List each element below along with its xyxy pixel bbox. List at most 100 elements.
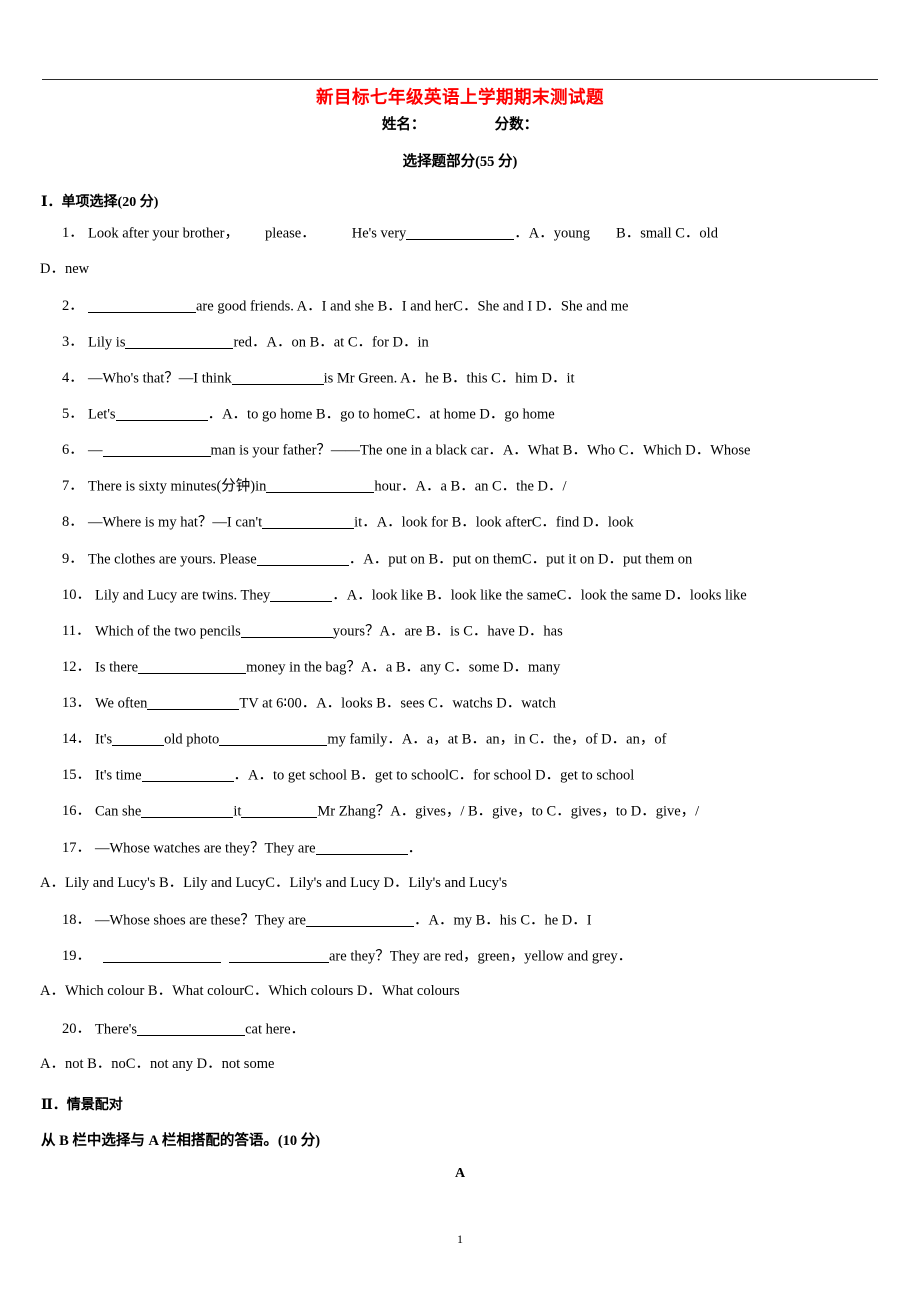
- question-3-text: Lily is: [88, 334, 126, 351]
- question-9-text: The clothes are yours. Please: [88, 551, 257, 568]
- question-1-tail: ．A．young: [514, 225, 591, 242]
- question-7-blank[interactable]: [266, 478, 375, 493]
- question-16-blank-1[interactable]: [141, 803, 234, 818]
- question-3-blank[interactable]: [125, 334, 234, 349]
- question-11-text: Which of the two pencils: [95, 623, 241, 640]
- question-7-text: There is sixty minutes(分钟)in: [88, 478, 267, 495]
- question-18-number: 18．: [62, 912, 91, 929]
- question-10-number: 10．: [62, 587, 91, 604]
- question-19-options: A．Which colour B．What colourC．Which colo…: [40, 983, 460, 999]
- question-17: 17． —Whose watches are they？They are ．: [62, 840, 422, 857]
- question-19-number: 19．: [62, 948, 91, 965]
- question-10-blank[interactable]: [270, 587, 333, 602]
- question-5-number: 5．: [62, 406, 84, 423]
- question-19-blank-2[interactable]: [229, 948, 329, 963]
- question-2-blank[interactable]: [88, 298, 196, 313]
- question-1-number: 1．: [62, 225, 84, 242]
- question-15-blank[interactable]: [141, 767, 234, 782]
- question-1: 1． Look after your brother， please． He's ve…: [62, 225, 718, 242]
- question-11-number: 11．: [62, 623, 91, 640]
- section-heading-1: Ⅰ．单项选择(20 分): [41, 195, 159, 210]
- question-15: 15． It's time ．A．to get school B．get to sc…: [62, 767, 634, 784]
- question-17-number: 17．: [62, 840, 91, 857]
- question-20: 20． There's cat here．: [62, 1021, 305, 1038]
- question-3-number: 3．: [62, 334, 84, 351]
- question-18: 18． —Whose shoes are these？They are ．A．my …: [62, 912, 592, 929]
- section-heading-2: Ⅱ．情景配对: [41, 1098, 123, 1113]
- question-16-tail: Mr Zhang？A．gives，/ B．give，to C．gives，to …: [317, 803, 700, 820]
- question-14-text: It's: [95, 731, 113, 748]
- question-17-blank[interactable]: [315, 840, 408, 855]
- question-15-number: 15．: [62, 767, 91, 784]
- question-6-text: —: [88, 442, 103, 459]
- exam-page: 新目标七年级英语上学期期末测试题 姓名： 分数： 选择题部分(55 分) Ⅰ．单…: [0, 0, 920, 1302]
- question-1-text-a: Look after your brother，: [88, 225, 239, 242]
- question-10-tail: ．A．look like B．look like the sameC．look …: [332, 587, 747, 604]
- question-13: 13． We often TV at 6∶00．A．looks B．sees C．w…: [62, 695, 556, 712]
- question-14-blank-2[interactable]: [219, 731, 328, 746]
- question-19-blank-1[interactable]: [103, 948, 221, 963]
- question-2-text: are good friends. A．I and she B．I and he…: [196, 298, 629, 315]
- question-18-tail: ．A．my B．his C．he D．I: [413, 912, 592, 929]
- question-16: 16． Can she it Mr Zhang？A．gives，/ B．give，to…: [62, 803, 699, 820]
- question-20-blank[interactable]: [137, 1021, 246, 1036]
- question-12-blank[interactable]: [138, 659, 247, 674]
- header-divider: [42, 79, 878, 80]
- question-8-number: 8．: [62, 514, 84, 531]
- question-20-text: There's: [95, 1021, 138, 1038]
- question-3-tail: red．A．on B．at C．for D．in: [233, 334, 429, 351]
- page-title: 新目标七年级英语上学期期末测试题: [316, 88, 604, 108]
- question-8-text: —Where is my hat？—I can't: [88, 514, 263, 531]
- question-4-tail: is Mr Green. A．he B．this C．him D．it: [323, 370, 575, 387]
- question-4-number: 4．: [62, 370, 84, 387]
- question-18-blank[interactable]: [305, 912, 414, 927]
- question-6-number: 6．: [62, 442, 84, 459]
- question-6-blank[interactable]: [102, 442, 211, 457]
- name-label: 姓名：: [381, 117, 426, 133]
- question-19-tail: are they？They are red，green，yellow and g…: [329, 948, 633, 965]
- question-10: 10． Lily and Lucy are twins. They ．A．look …: [62, 587, 747, 604]
- question-11-blank[interactable]: [240, 623, 333, 638]
- question-15-tail: ．A．to get school B．get to schoolC．for sc…: [233, 767, 635, 784]
- question-1-wrapped-option: D．new: [40, 261, 90, 277]
- question-5-text: Let's: [88, 406, 116, 423]
- question-9-tail: ．A．put on B．put on themC．put it on D．put…: [348, 551, 693, 568]
- question-14-blank-1[interactable]: [112, 731, 165, 746]
- question-20-tail: cat here．: [245, 1021, 306, 1038]
- question-3: 3． Lily is red．A．on B．at C．for D．in: [62, 334, 429, 351]
- question-4: 4． —Who's that？—I think is Mr Green. A．he …: [62, 370, 575, 387]
- question-13-tail: TV at 6∶00．A．looks B．sees C．watchs D．wat…: [239, 695, 556, 712]
- question-1-blank[interactable]: [406, 225, 515, 240]
- question-12-number: 12．: [62, 659, 91, 676]
- question-13-blank[interactable]: [147, 695, 240, 710]
- page-number: 1: [457, 1232, 463, 1246]
- question-2-number: 2．: [62, 298, 84, 315]
- question-9-number: 9．: [62, 551, 84, 568]
- question-16-number: 16．: [62, 803, 91, 820]
- question-6: 6． — man is your father？——The one in a bla…: [62, 442, 750, 459]
- question-13-text: We often: [95, 695, 148, 712]
- question-16-blank-2[interactable]: [241, 803, 318, 818]
- section-2-subheading: 从 B 栏中选择与 A 栏相搭配的答语。(10 分): [41, 1133, 321, 1149]
- question-5-blank[interactable]: [115, 406, 208, 421]
- question-16-text: Can she: [95, 803, 142, 820]
- question-5: 5． Let's ．A．to go home B．go to homeC．at ho…: [62, 406, 555, 423]
- question-8: 8． —Where is my hat？—I can't it．A．look for…: [62, 514, 634, 531]
- question-8-blank[interactable]: [262, 514, 355, 529]
- question-12-tail: money in the bag？A．a B．any C．some D．many: [246, 659, 561, 676]
- question-2: 2． are good friends. A．I and she B．I and …: [62, 298, 629, 315]
- question-7: 7． There is sixty minutes(分钟)in hour．A．a B…: [62, 478, 567, 495]
- question-18-text: —Whose shoes are these？They are: [95, 912, 306, 929]
- question-20-number: 20．: [62, 1021, 91, 1038]
- question-16-mid: it: [233, 803, 242, 820]
- question-19: 19． are they？They are red，green，yellow an…: [62, 948, 632, 965]
- question-12-text: Is there: [95, 659, 139, 676]
- question-6-tail: man is your father？——The one in a black …: [210, 442, 751, 459]
- question-5-tail: ．A．to go home B．go to homeC．at home D．go…: [207, 406, 555, 423]
- question-1-text-c: He's very: [351, 225, 407, 242]
- question-9: 9． The clothes are yours. Please ．A．put on…: [62, 551, 692, 568]
- question-12: 12． Is there money in the bag？A．a B．any C．…: [62, 659, 560, 676]
- question-9-blank[interactable]: [256, 551, 349, 566]
- question-4-blank[interactable]: [231, 370, 324, 385]
- question-14: 14． It's old photo my family．A．a，at B．an，in…: [62, 731, 666, 748]
